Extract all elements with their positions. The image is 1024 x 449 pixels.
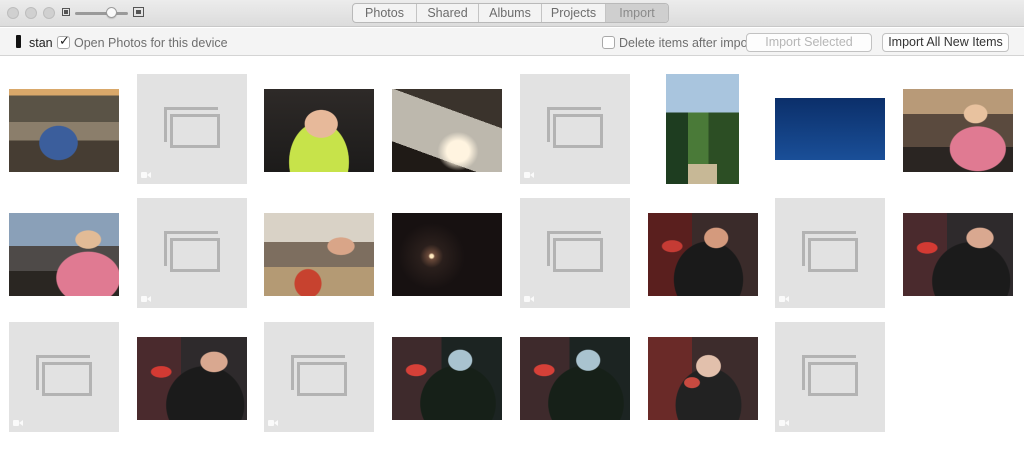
open-photos-checkbox[interactable]: ✓ [57,34,70,49]
tab-albums[interactable]: Albums [479,4,542,22]
photo-thumbnail-dark[interactable] [392,213,502,296]
import-all-new-items-button[interactable]: Import All New Items [882,33,1009,52]
video-thumbnail-placeholder[interactable] [137,74,247,184]
photo-thumbnail-girl[interactable] [9,213,119,296]
minimize-window-button[interactable] [25,7,37,19]
tab-shared[interactable]: Shared [417,4,479,22]
photo-thumbnail-cinema[interactable] [648,213,758,296]
photo-thumbnail-cinema[interactable] [137,337,247,420]
photo-thumbnail-girl[interactable] [903,89,1013,172]
photo-thumbnail-cinema[interactable] [392,337,502,420]
thumbnail-size-slider-knob[interactable] [106,7,117,18]
device-name: stan [29,36,53,50]
title-bar: Photos Shared Albums Projects Import [0,0,1024,27]
zoom-window-button[interactable] [43,7,55,19]
checkmark-icon: ✓ [59,34,70,49]
photo-thumbnail-cinema[interactable] [520,337,630,420]
video-camera-icon [779,295,790,303]
import-thumbnail-grid [0,56,1024,449]
video-camera-icon [141,295,152,303]
video-thumbnail-placeholder[interactable] [775,198,885,308]
photo-thumbnail-forest-trail[interactable] [666,74,739,184]
video-camera-icon [141,171,152,179]
photo-thumbnail-device[interactable] [392,89,502,172]
thumbnail-large-icon[interactable] [133,7,144,17]
iphone-icon [16,35,21,48]
video-thumbnail-placeholder[interactable] [9,322,119,432]
delete-after-import-checkbox[interactable] [602,36,615,49]
photo-thumbnail-restaurant[interactable] [264,213,374,296]
video-camera-icon [779,419,790,427]
open-photos-label: Open Photos for this device [74,36,228,50]
photo-thumbnail-screen[interactable] [775,74,885,184]
video-thumbnail-placeholder[interactable] [775,322,885,432]
photo-thumbnail-lobby[interactable] [9,89,119,172]
tab-projects[interactable]: Projects [542,4,606,22]
import-toolbar: stan ✓ Open Photos for this device Delet… [0,28,1024,56]
tab-photos[interactable]: Photos [353,4,417,22]
tab-import[interactable]: Import [606,4,668,22]
video-thumbnail-placeholder[interactable] [520,198,630,308]
video-thumbnail-placeholder[interactable] [264,322,374,432]
import-selected-button[interactable]: Import Selected [746,33,872,52]
delete-after-import-label: Delete items after import [619,36,756,50]
photo-thumbnail-boy[interactable] [264,89,374,172]
video-camera-icon [524,171,535,179]
thumbnail-size-slider[interactable] [75,12,128,15]
video-thumbnail-placeholder[interactable] [520,74,630,184]
view-tabs: Photos Shared Albums Projects Import [352,3,669,23]
close-window-button[interactable] [7,7,19,19]
thumbnail-small-icon[interactable] [62,8,70,16]
video-thumbnail-placeholder[interactable] [137,198,247,308]
video-camera-icon [13,419,24,427]
photo-thumbnail-cinema-blur[interactable] [648,337,758,420]
photo-thumbnail-cinema[interactable] [903,213,1013,296]
video-camera-icon [524,295,535,303]
video-camera-icon [268,419,279,427]
